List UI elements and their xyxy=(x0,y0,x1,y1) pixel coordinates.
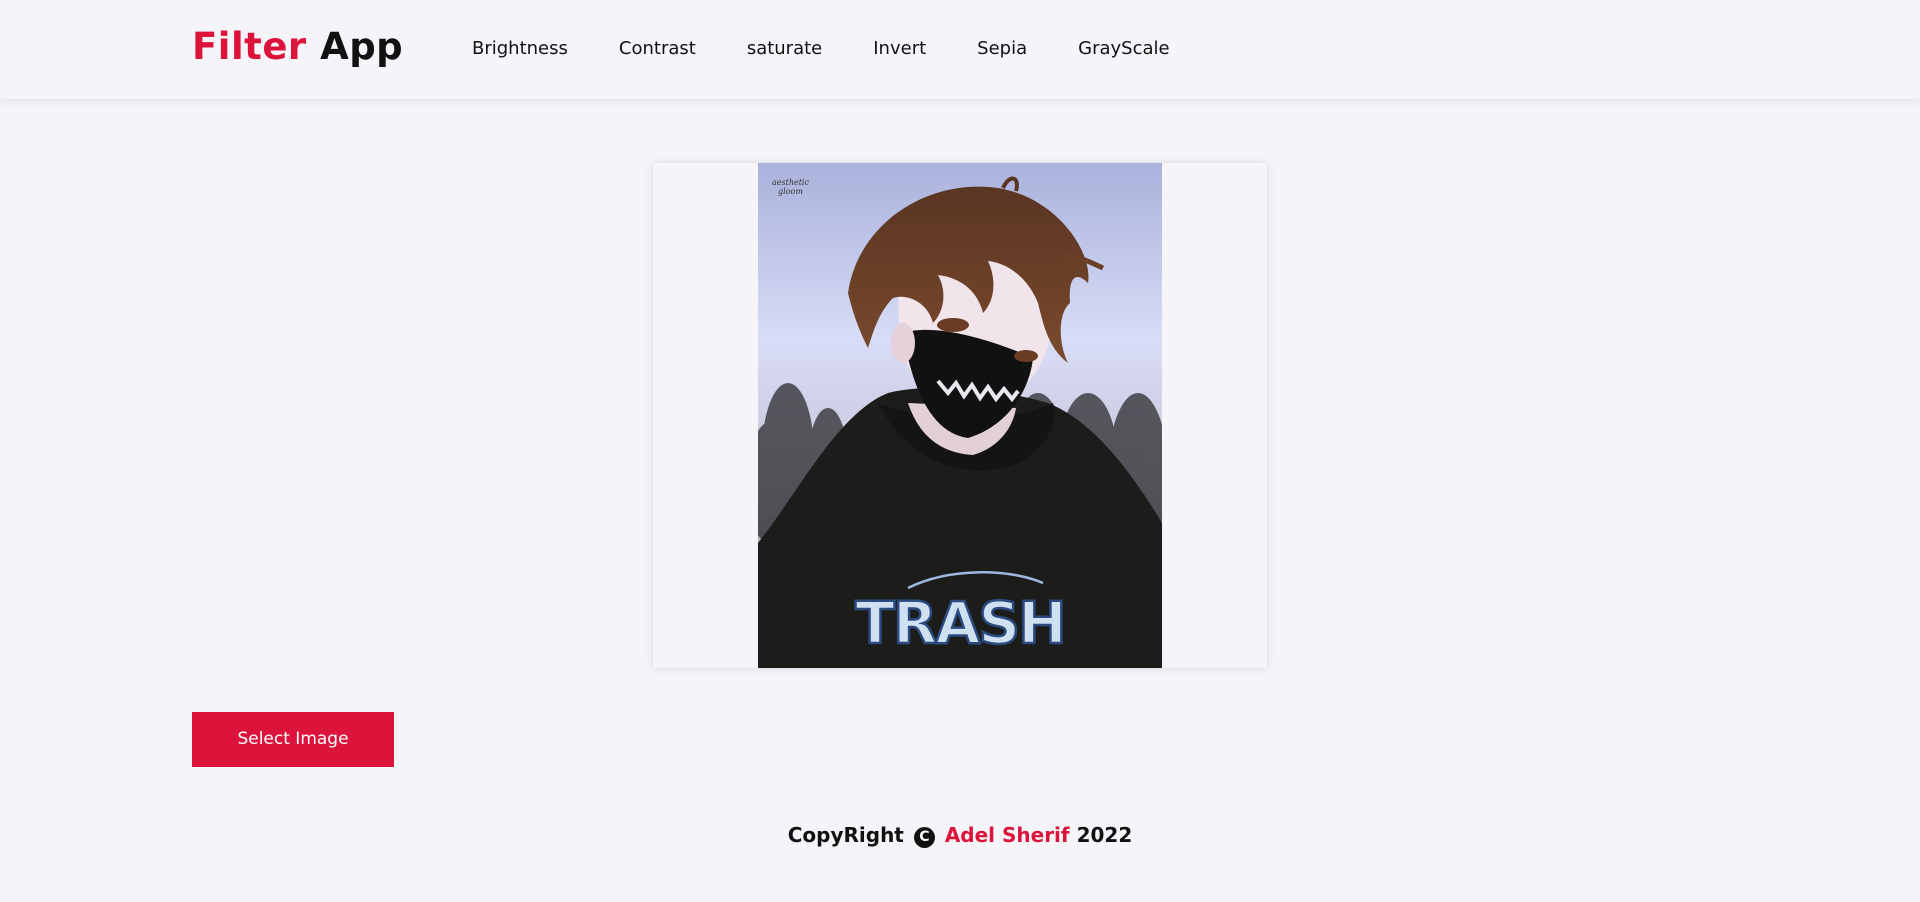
filter-nav: Brightness Contrast saturate Invert Sepi… xyxy=(472,36,1170,62)
author-name[interactable]: Adel Sherif xyxy=(945,823,1070,847)
nav-invert[interactable]: Invert xyxy=(873,36,926,62)
copyright-icon: C xyxy=(913,827,935,848)
nav-brightness[interactable]: Brightness xyxy=(472,36,568,62)
copyright-year: 2022 xyxy=(1076,823,1133,847)
svg-text:gloom: gloom xyxy=(778,187,803,196)
footer: CopyRight C Adel Sherif 2022 xyxy=(0,820,1920,850)
svg-text:aesthetic: aesthetic xyxy=(772,178,809,187)
select-image-button[interactable]: Select Image xyxy=(192,712,394,767)
logo-rest-text: App xyxy=(320,25,404,68)
nav-saturate[interactable]: saturate xyxy=(747,36,822,62)
nav-sepia[interactable]: Sepia xyxy=(977,36,1027,62)
logo-accent-text: Filter xyxy=(192,25,307,68)
svg-text:TRASH: TRASH xyxy=(855,589,1064,657)
navbar: Filter App Brightness Contrast saturate … xyxy=(0,0,1920,99)
nav-contrast[interactable]: Contrast xyxy=(619,36,696,62)
app-logo[interactable]: Filter App xyxy=(192,22,403,72)
nav-grayscale[interactable]: GrayScale xyxy=(1078,36,1169,62)
copyright-prefix: CopyRight xyxy=(787,823,904,847)
preview-image: aesthetic gloom TRASH xyxy=(758,163,1162,668)
image-preview-card: aesthetic gloom TRASH xyxy=(653,163,1267,668)
